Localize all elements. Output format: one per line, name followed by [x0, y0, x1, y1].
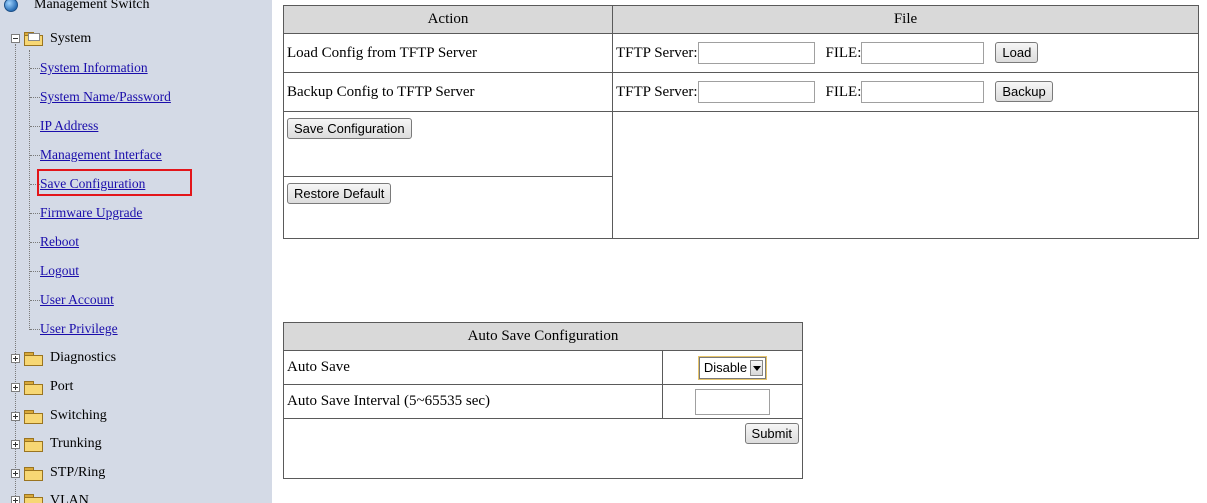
tftp-server-label: TFTP Server:	[616, 44, 698, 61]
folder-label: Switching	[50, 408, 107, 423]
tree-branch	[30, 300, 40, 301]
expand-toggle-port[interactable]	[11, 383, 20, 392]
link-label[interactable]: Logout	[40, 263, 79, 278]
load-config-cell: TFTP Server: FILE: Load	[612, 33, 1199, 73]
folder-closed-icon	[24, 381, 44, 395]
sidebar-item-management-interface[interactable]: Management Interface	[40, 142, 162, 168]
load-tftp-server-input[interactable]	[697, 42, 815, 65]
sidebar-folder-port[interactable]: Port	[50, 374, 73, 400]
navigation-sidebar: Management Switch System System Informat…	[0, 0, 272, 503]
save-config-cell: Save Configuration	[283, 111, 613, 177]
backup-config-label: Backup Config to TFTP Server	[283, 72, 613, 112]
link-label[interactable]: User Privilege	[40, 321, 118, 336]
empty-file-cell	[612, 111, 1199, 239]
folder-label: STP/Ring	[50, 465, 106, 480]
tree-connector	[29, 50, 30, 330]
expand-toggle-diagnostics[interactable]	[11, 354, 20, 363]
sidebar-item-user-privilege[interactable]: User Privilege	[40, 316, 118, 342]
save-configuration-button[interactable]: Save Configuration	[287, 118, 412, 139]
folder-closed-icon	[24, 410, 44, 424]
folder-label: Port	[50, 379, 74, 394]
submit-cell: Submit	[283, 418, 803, 479]
sidebar-folder-switching[interactable]: Switching	[50, 403, 107, 429]
sidebar-folder-stp-ring[interactable]: STP/Ring	[50, 460, 105, 486]
interval-input[interactable]	[695, 388, 770, 415]
auto-save-select[interactable]: Disable	[698, 356, 767, 379]
tree-branch	[30, 242, 40, 243]
sidebar-folder-trunking[interactable]: Trunking	[50, 431, 102, 457]
expand-toggle-trunking[interactable]	[11, 440, 20, 449]
expand-toggle-stp-ring[interactable]	[11, 469, 20, 478]
file-label: FILE:	[825, 44, 862, 61]
load-file-input[interactable]	[861, 42, 985, 65]
auto-save-select-cell: Disable	[662, 350, 803, 385]
dropdown-arrow-icon[interactable]	[750, 359, 764, 376]
expand-toggle-vlan[interactable]	[11, 496, 20, 503]
sidebar-item-system-name-password[interactable]: System Name/Password	[40, 84, 171, 110]
interval-label: Auto Save Interval (5~65535 sec)	[283, 384, 663, 419]
sidebar-folder-system[interactable]: System	[50, 26, 91, 52]
backup-config-cell: TFTP Server: FILE: Backup	[612, 72, 1199, 112]
tree-branch	[30, 271, 40, 272]
config-table: Action File Load Config from TFTP Server…	[283, 5, 1199, 239]
link-label[interactable]: Firmware Upgrade	[40, 205, 142, 220]
load-config-label: Load Config from TFTP Server	[283, 33, 613, 73]
expand-toggle-switching[interactable]	[11, 412, 20, 421]
link-label[interactable]: Reboot	[40, 234, 79, 249]
folder-closed-icon	[24, 438, 44, 452]
folder-label: System	[50, 31, 92, 46]
tftp-server-label: TFTP Server:	[616, 83, 698, 100]
select-value: Disable	[703, 359, 748, 375]
backup-file-input[interactable]	[861, 81, 985, 104]
tree-branch	[30, 68, 40, 69]
file-label: FILE:	[825, 83, 862, 100]
tree-root-label: Management Switch	[34, 0, 150, 12]
tree-branch	[30, 329, 40, 330]
tree-root[interactable]: Management Switch	[4, 0, 149, 18]
collapse-toggle-system[interactable]	[11, 34, 20, 43]
link-label[interactable]: Management Interface	[40, 147, 162, 162]
sidebar-item-system-information[interactable]: System Information	[40, 55, 148, 81]
sidebar-folder-vlan[interactable]: VLAN	[50, 488, 89, 503]
folder-label: Trunking	[50, 436, 102, 451]
auto-save-title: Auto Save Configuration	[283, 322, 803, 351]
restore-default-cell: Restore Default	[283, 176, 613, 239]
restore-default-button[interactable]: Restore Default	[287, 183, 392, 204]
link-label[interactable]: IP Address	[40, 118, 98, 133]
header-file: File	[612, 5, 1199, 34]
link-label[interactable]: System Information	[40, 60, 148, 75]
link-label[interactable]: System Name/Password	[40, 89, 171, 104]
sidebar-item-reboot[interactable]: Reboot	[40, 229, 79, 255]
submit-button[interactable]: Submit	[744, 423, 799, 444]
backup-tftp-server-input[interactable]	[697, 81, 815, 104]
header-action: Action	[283, 5, 613, 34]
folder-label: Diagnostics	[50, 350, 117, 365]
folder-closed-icon	[24, 467, 44, 481]
sidebar-folder-diagnostics[interactable]: Diagnostics	[50, 345, 116, 371]
folder-closed-icon	[24, 494, 44, 503]
folder-closed-icon	[24, 352, 44, 366]
auto-save-label: Auto Save	[283, 350, 663, 385]
sidebar-item-ip-address[interactable]: IP Address	[40, 113, 98, 139]
backup-button[interactable]: Backup	[995, 80, 1053, 102]
auto-save-table: Auto Save Configuration Auto Save Disabl…	[283, 322, 803, 479]
load-button[interactable]: Load	[995, 41, 1039, 63]
selection-highlight-box	[37, 169, 192, 196]
sidebar-item-firmware-upgrade[interactable]: Firmware Upgrade	[40, 200, 142, 226]
folder-label: VLAN	[50, 493, 89, 503]
tree-branch	[30, 213, 40, 214]
sidebar-item-user-account[interactable]: User Account	[40, 287, 114, 313]
tree-branch	[30, 126, 40, 127]
folder-open-icon	[24, 32, 44, 46]
tree-branch	[30, 155, 40, 156]
link-label[interactable]: User Account	[40, 292, 114, 307]
tree-connector	[15, 44, 16, 503]
sidebar-item-logout[interactable]: Logout	[40, 258, 79, 284]
interval-input-cell	[662, 384, 803, 419]
tree-branch	[30, 97, 40, 98]
